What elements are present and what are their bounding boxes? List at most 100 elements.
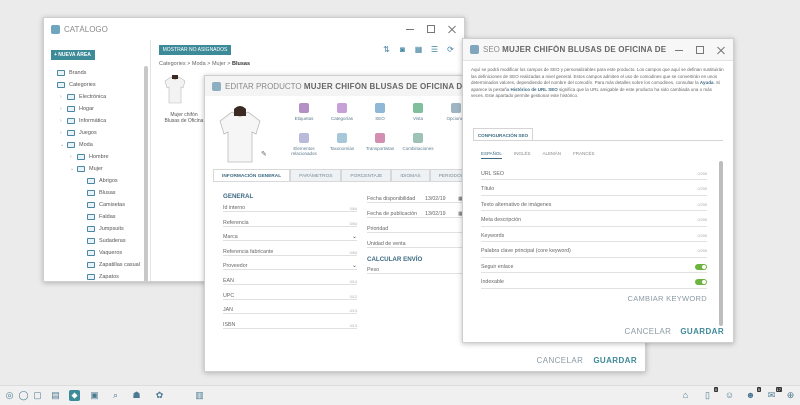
tree-node[interactable]: ⌄ Moda	[50, 139, 146, 151]
language-tab[interactable]: INGLÉS	[514, 151, 531, 159]
carrier-action[interactable]: Transportistas	[361, 133, 399, 156]
share-icon[interactable]: ✿	[154, 390, 165, 401]
maximize-icon[interactable]	[695, 45, 705, 55]
camera-icon[interactable]: ◙	[398, 45, 407, 54]
tree-node[interactable]: Zapatillas casual	[50, 259, 146, 271]
list-view-icon[interactable]: ☰	[430, 45, 439, 54]
url-history-link[interactable]: Histórico de URL SEO	[511, 87, 558, 92]
docs-icon[interactable]: ▯ 0	[702, 387, 718, 401]
tree-caret-icon[interactable]: ›	[60, 130, 67, 136]
save-button[interactable]: GUARDAR	[593, 356, 637, 365]
date-field[interactable]: Fecha disponibilidad 13/02/19 ▦	[367, 191, 463, 203]
breadcrumb-item[interactable]: Mujer	[212, 61, 226, 67]
minimize-icon[interactable]	[405, 24, 415, 34]
product-field[interactable]: UPC 0/12	[223, 288, 357, 300]
product-card[interactable]: Mujer chifón Blusas de Oficina	[164, 74, 204, 124]
tree-node[interactable]: Camisetas	[50, 199, 146, 211]
date-field[interactable]: Fecha de publicación 13/02/19 ▦	[367, 206, 463, 218]
date-field[interactable]: Prioridad	[367, 221, 463, 233]
tree-node[interactable]: › Hogar	[50, 103, 146, 115]
seo-scrollbar[interactable]	[719, 161, 723, 326]
tree-node[interactable]: Zapatos	[50, 271, 146, 281]
show-unassigned-button[interactable]: MOSTRAR NO ASIGNADOS	[159, 45, 231, 55]
tree-node[interactable]: › Juegos	[50, 127, 146, 139]
close-icon[interactable]	[716, 45, 726, 55]
seo-titlebar[interactable]: SEO MUJER CHIFÓN BLUSAS DE OFICINA DE MA…	[463, 39, 733, 61]
seo-field[interactable]: Título 0/255	[481, 184, 707, 196]
tree-node[interactable]: Abrigos	[50, 175, 146, 187]
new-area-button[interactable]: + NUEVA ÁREA	[51, 50, 95, 60]
view-action[interactable]: Vista	[399, 103, 437, 121]
date-field[interactable]: Unidad de venta	[367, 236, 463, 248]
user-icon[interactable]: ☺	[724, 390, 735, 401]
combinations-action[interactable]: Combinaciones	[399, 133, 437, 156]
tree-caret-icon[interactable]: ›	[70, 154, 77, 160]
notes-icon[interactable]: ▢	[32, 390, 43, 401]
product-field[interactable]: Id interno 0/64	[223, 200, 357, 212]
tree-node[interactable]: Categories	[50, 79, 146, 91]
seo-action[interactable]: SEO	[361, 103, 399, 121]
product-field[interactable]: JAN 0/13	[223, 302, 357, 315]
toggle-switch[interactable]	[695, 279, 707, 285]
close-icon[interactable]	[447, 24, 457, 34]
seo-field[interactable]: URL SEO 0/255	[481, 168, 707, 180]
breadcrumb-item[interactable]: Categories	[159, 61, 186, 67]
change-keyword-button[interactable]: CAMBIAR KEYWORD	[627, 294, 707, 303]
tag-action[interactable]: Etiquetas	[285, 103, 323, 121]
tree-node[interactable]: › Informática	[50, 115, 146, 127]
chevron-down-icon[interactable]: ⌄	[352, 233, 357, 240]
product-field[interactable]: ISBN 0/13	[223, 317, 357, 329]
products-icon[interactable]: ▤	[50, 390, 61, 401]
sort-icon[interactable]: ⇅	[382, 45, 391, 54]
tab-0[interactable]: INFORMACIÓN GENERAL	[213, 169, 291, 181]
language-tab[interactable]: ALEMÁN	[542, 151, 561, 159]
product-field[interactable]: Marca ⌄	[223, 229, 357, 242]
seo-field[interactable]: Keywords 0/255	[481, 230, 707, 242]
tags-icon[interactable]: ⬥	[69, 390, 80, 401]
seo-field[interactable]: Texto alternativo de imágenes 0/255	[481, 199, 707, 211]
sidebar-scrollbar[interactable]	[144, 66, 148, 281]
related-action[interactable]: Elementos relacionados	[285, 133, 323, 156]
tree-node[interactable]: Brands	[50, 67, 146, 79]
chevron-down-icon[interactable]: ⌄	[352, 262, 357, 269]
search-icon[interactable]: ⌕	[110, 390, 121, 401]
catalog-titlebar[interactable]: CATÁLOGO	[44, 18, 464, 40]
tree-node[interactable]: Jumpsuits	[50, 223, 146, 235]
seo-cancel-button[interactable]: CANCELAR	[625, 327, 672, 336]
user-icon[interactable]: ☻ 5	[745, 387, 761, 401]
tree-node[interactable]: ⌄ Mujer	[50, 163, 146, 175]
help-link[interactable]: Ayuda	[700, 80, 714, 85]
tab-2[interactable]: PORCENTAJE	[341, 169, 392, 181]
home-icon[interactable]: ⌂	[680, 390, 691, 401]
tree-caret-icon[interactable]: ⌄	[60, 142, 67, 148]
cancel-button[interactable]: CANCELAR	[537, 356, 584, 365]
tab-3[interactable]: IDIOMAS	[391, 169, 430, 181]
tree-node[interactable]: › Hombre	[50, 151, 146, 163]
maximize-icon[interactable]	[426, 24, 436, 34]
seo-field[interactable]: Palabra clave principal (core keyword) 0/…	[481, 246, 707, 258]
chart-icon[interactable]: ▥	[194, 390, 205, 401]
product-field[interactable]: Proveedor ⌄	[223, 258, 357, 271]
seo-save-button[interactable]: GUARDAR	[680, 327, 724, 336]
toggle-switch[interactable]	[695, 263, 707, 270]
tree-node[interactable]: › Electrónica	[50, 91, 146, 103]
tree-icon[interactable]: ☗	[131, 390, 142, 401]
product-field[interactable]: Referencia 0/64	[223, 215, 357, 227]
minimize-icon[interactable]	[674, 45, 684, 55]
tree-caret-icon[interactable]: ›	[60, 106, 67, 112]
home-icon[interactable]: ◎	[4, 390, 15, 401]
weight-field[interactable]: Peso	[367, 262, 467, 274]
language-tab[interactable]: ESPAÑOL	[481, 151, 502, 159]
product-field[interactable]: EAN 0/14	[223, 273, 357, 285]
edit-image-icon[interactable]: ✎	[261, 150, 267, 158]
refresh-icon[interactable]: ⟳	[446, 45, 455, 54]
tree-caret-icon[interactable]: ›	[60, 118, 67, 124]
tree-node[interactable]: Blusas	[50, 187, 146, 199]
grid-view-icon[interactable]: ▦	[414, 45, 423, 54]
chat-icon[interactable]: ✉ 17	[766, 387, 782, 401]
taxonomy-action[interactable]: Taxonomías	[323, 133, 361, 156]
tree-caret-icon[interactable]: ›	[60, 94, 67, 100]
tree-caret-icon[interactable]: ⌄	[70, 166, 77, 172]
tree-node[interactable]: Sudaderas	[50, 235, 146, 247]
tree-node[interactable]: Vaqueros	[50, 247, 146, 259]
